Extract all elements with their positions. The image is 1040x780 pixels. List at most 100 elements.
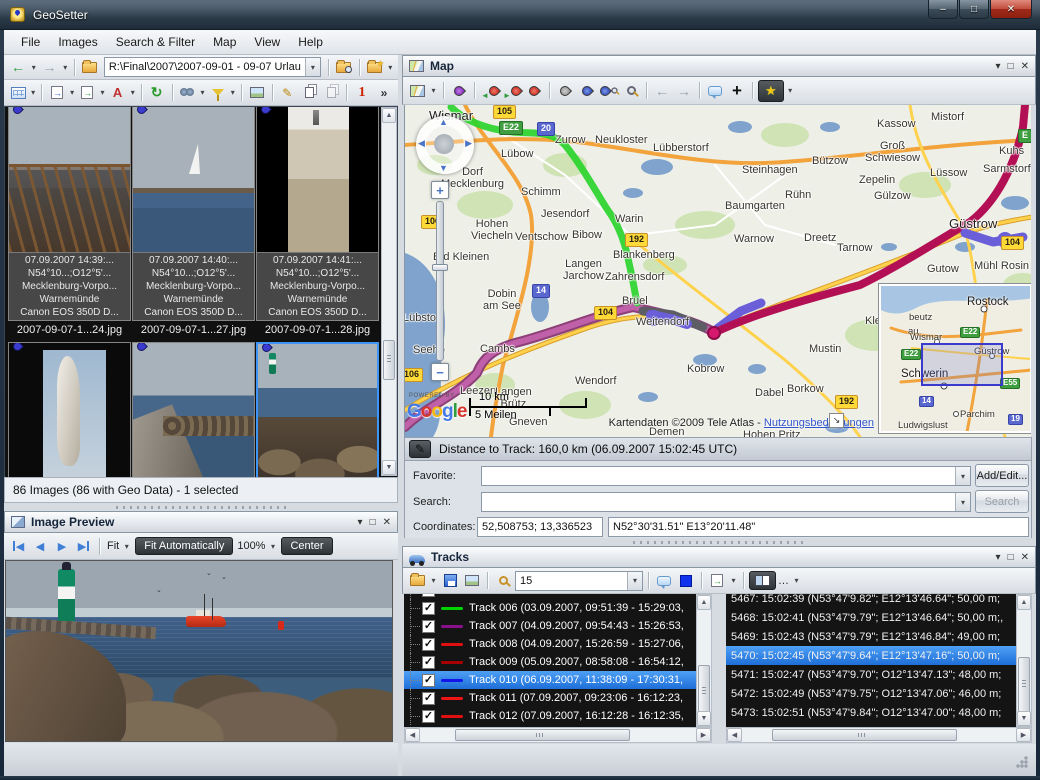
track-checkbox[interactable]: ✓ <box>422 710 435 723</box>
tooltip-toggle-button[interactable] <box>705 81 725 101</box>
preview-maximize-icon[interactable]: □ <box>370 517 376 528</box>
menu-view[interactable]: View <box>245 32 289 52</box>
points-list-hscrollbar[interactable]: ◀ ▶ <box>726 727 1032 743</box>
maximize-button[interactable]: □ <box>959 0 989 19</box>
map-close-icon[interactable]: ✕ <box>1021 61 1029 72</box>
track-color-button[interactable] <box>676 571 696 591</box>
tracks-menu-icon[interactable]: ▾ <box>996 552 1001 563</box>
search-dropdown-icon[interactable]: ▾ <box>955 493 970 511</box>
map-back-button[interactable]: ← <box>652 81 672 101</box>
track-search-button[interactable] <box>493 571 513 591</box>
track-point-row[interactable]: 5472: 15:02:49 (N53°47'9.75"; O12°13'47.… <box>726 684 1016 703</box>
map-menu-icon[interactable]: ▾ <box>996 61 1001 72</box>
menu-images[interactable]: Images <box>49 32 106 52</box>
track-point-row[interactable]: 5467: 15:02:39 (N53°47'9.82"; E12°13'46.… <box>726 594 1016 608</box>
track-checkbox[interactable]: ✓ <box>422 692 435 705</box>
export-dropdown[interactable]: ▾ <box>69 88 75 97</box>
fit-button[interactable]: Fit▾ <box>105 538 133 554</box>
track-row[interactable]: ✓Track 010 (06.09.2007, 11:38:09 - 17:30… <box>404 671 696 689</box>
view-mode-dropdown[interactable]: ▾ <box>30 88 36 97</box>
track-checkbox[interactable]: ✓ <box>422 602 435 615</box>
map-maximize-icon[interactable]: □ <box>1008 61 1014 72</box>
find-button[interactable] <box>177 83 197 103</box>
map-canvas[interactable]: WismarZurowNeuklosterLübberstorfLübowDor… <box>404 105 1031 437</box>
folder-search-button[interactable] <box>334 57 354 77</box>
tracks-close-icon[interactable]: ✕ <box>1021 552 1029 563</box>
map-type-button[interactable] <box>407 81 427 101</box>
refresh-button[interactable]: ↻ <box>147 83 167 103</box>
map-type-dropdown[interactable]: ▾ <box>429 86 438 95</box>
zoom-out-button[interactable]: − <box>431 363 449 381</box>
track-tooltip-button[interactable] <box>654 571 674 591</box>
paste-button[interactable] <box>321 83 341 103</box>
scroll-down-icon[interactable]: ▼ <box>382 460 396 475</box>
map-forward-button[interactable]: → <box>674 81 694 101</box>
font-dropdown[interactable]: ▾ <box>130 88 136 97</box>
find-dropdown[interactable]: ▾ <box>199 88 205 97</box>
menu-help[interactable]: Help <box>289 32 332 52</box>
zoom-to-marker-button[interactable] <box>599 81 619 101</box>
export-button[interactable] <box>47 83 67 103</box>
points-count-dropdown-icon[interactable]: ▾ <box>627 572 642 590</box>
tracks-splitter[interactable] <box>404 538 1032 546</box>
track-point-row[interactable]: 5471: 15:02:47 (N53°47'9.70"; O12°13'47.… <box>726 665 1016 684</box>
tracks-maximize-icon[interactable]: □ <box>1008 552 1014 563</box>
folder-favorites-dropdown[interactable]: ▾ <box>387 63 395 72</box>
thumbnail-item[interactable]: 07.09.2007 14:39:...N54°10...;O12°5'...M… <box>8 106 131 336</box>
center-button[interactable]: Center <box>281 537 332 555</box>
zoom-selection-button[interactable] <box>621 81 641 101</box>
thumbnail-item[interactable]: 07.09.2007 14:43:...N54°11...;O12°5'...M… <box>256 342 379 477</box>
save-changes-button[interactable] <box>77 83 97 103</box>
view-mode-button[interactable] <box>8 83 28 103</box>
save-changes-dropdown[interactable]: ▾ <box>99 88 105 97</box>
crosshair-button[interactable]: + <box>727 81 747 101</box>
preview-close-icon[interactable]: ✕ <box>383 517 391 528</box>
search-button[interactable]: Search <box>975 490 1029 513</box>
track-point-row[interactable]: 5470: 15:02:45 (N53°47'9.64"; E12°13'47.… <box>726 646 1016 665</box>
zoom-level-button[interactable]: 100%▾ <box>235 538 279 554</box>
close-button[interactable]: ✕ <box>990 0 1032 19</box>
folder-favorites-button[interactable] <box>365 57 385 77</box>
inset-viewport-rect[interactable] <box>921 343 1003 386</box>
assign-dropdown[interactable]: ▾ <box>729 576 738 585</box>
resize-grip[interactable] <box>1016 756 1028 768</box>
forward-button[interactable]: → <box>40 57 60 77</box>
thumbnail-scrollbar[interactable]: ▲ ▼ <box>381 107 397 476</box>
last-image-button[interactable]: ▶ <box>74 536 94 556</box>
track-row[interactable]: ✓Track 009 (05.09.2007, 08:58:08 - 16:54… <box>404 653 696 671</box>
favorites-dropdown[interactable]: ▾ <box>786 86 795 95</box>
filter-dropdown[interactable]: ▾ <box>230 88 236 97</box>
path-dropdown-icon[interactable]: ▾ <box>305 58 320 76</box>
hide-markers-button[interactable] <box>555 81 575 101</box>
more-options-button[interactable]: … <box>778 575 790 587</box>
next-image-button[interactable]: ▶ <box>52 536 72 556</box>
track-checkbox[interactable]: ✓ <box>422 638 435 651</box>
thumbnail-item[interactable]: 07.09.2007 14:41:...N54°10...;O12°5'...M… <box>256 106 379 336</box>
filter-button[interactable] <box>208 83 228 103</box>
copy-button[interactable] <box>299 83 319 103</box>
open-track-button[interactable] <box>407 571 427 591</box>
track-row[interactable]: ✓Track 007 (04.09.2007, 09:54:43 - 15:26… <box>404 617 696 635</box>
forward-dropdown[interactable]: ▾ <box>62 63 70 72</box>
map-pan-control[interactable]: ▲ ▼ ◀ ▶ <box>416 116 474 174</box>
track-row[interactable]: ✓Track 006 (03.09.2007, 09:51:39 - 15:29… <box>404 599 696 617</box>
edit-data-button[interactable]: ✎ <box>277 83 297 103</box>
track-row[interactable]: ✓Track 012 (07.09.2007, 16:12:28 - 16:12… <box>404 707 696 725</box>
minimize-button[interactable]: – <box>928 0 958 19</box>
previous-image-button[interactable]: ◀ <box>30 536 50 556</box>
menu-file[interactable]: File <box>12 32 49 52</box>
track-lists-divider[interactable] <box>712 594 726 743</box>
zoom-in-button[interactable]: + <box>431 181 449 199</box>
scroll-up-icon[interactable]: ▲ <box>382 108 396 123</box>
favorite-combobox[interactable]: ▾ <box>481 466 971 486</box>
menu-search-filter[interactable]: Search & Filter <box>107 32 204 52</box>
track-image-button[interactable] <box>462 571 482 591</box>
terms-link[interactable]: Nutzungsbedingungen <box>764 417 874 429</box>
folder-up-button[interactable] <box>80 57 100 77</box>
image-data-button[interactable] <box>247 83 267 103</box>
fit-automatically-button[interactable]: Fit Automatically <box>135 537 233 555</box>
open-track-dropdown[interactable]: ▾ <box>429 576 438 585</box>
zoom-slider-handle[interactable] <box>432 264 448 271</box>
track-checkbox[interactable]: ✓ <box>422 656 435 669</box>
preview-menu-icon[interactable]: ▾ <box>358 517 363 528</box>
